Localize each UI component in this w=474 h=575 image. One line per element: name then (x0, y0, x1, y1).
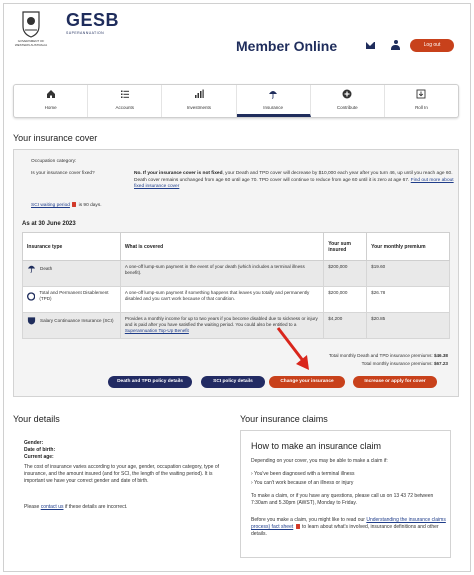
total-death-tpd: Total monthly Death and TPD insurance pr… (329, 353, 448, 358)
nav-item-roll-in[interactable]: Roll In (385, 85, 458, 117)
total-death-tpd-value: $46.38 (433, 353, 448, 358)
nav-item-contribute[interactable]: Contribute (311, 85, 385, 117)
col-insurance-type: Insurance type (22, 232, 121, 261)
top-up-benefit-link[interactable]: Superannuation Top-Up Benefit (125, 328, 189, 333)
claims-panel: How to make an insurance claim Depending… (240, 430, 451, 558)
nav-item-insurance[interactable]: Insurance (236, 85, 311, 117)
row-tpd-type: Total and Permanent Disablement (TPD) (39, 290, 109, 301)
list-item: › You can't work because of an illness o… (251, 480, 354, 486)
row-tpd-sum: $200,000 (323, 286, 368, 313)
nav-label-roll-in: Roll In (415, 105, 428, 110)
claims-box-title: How to make an insurance claim (251, 441, 382, 451)
table-row: Death A one-off lump-sum payment in the … (22, 260, 450, 287)
gesb-logo-subtitle: SUPERANNUATION (66, 31, 105, 35)
pdf-icon[interactable] (295, 524, 300, 529)
contact-suffix: if these details are incorrect. (64, 504, 128, 510)
bar-chart-icon (162, 89, 235, 105)
site-header: GOVERNMENT OF WESTERN AUSTRALIA GESB SUP… (4, 4, 470, 74)
logout-button[interactable]: Log out (410, 39, 454, 52)
sci-waiting-suffix: is 90 days. (78, 203, 102, 208)
fixed-cover-answer: No. If your insurance cover is not fixed… (134, 171, 454, 191)
total-premiums-value: $67.23 (433, 361, 448, 366)
table-row: Salary Continuance Insurance (SCI) Provi… (22, 312, 450, 339)
gov-text-line2: WESTERN AUSTRALIA (14, 42, 48, 47)
list-icon (88, 89, 161, 105)
gesb-logo[interactable]: GESB (66, 10, 119, 31)
as-at-date: As at 30 June 2023 (22, 221, 76, 227)
col-monthly-premium: Your monthly premium (366, 232, 450, 261)
total-premiums: Total monthly insurance premiums: $67.23 (362, 361, 448, 366)
umbrella-icon (27, 265, 36, 273)
change-insurance-button[interactable]: Change your insurance (269, 376, 345, 388)
nav-label-accounts: Accounts (115, 105, 135, 110)
main-nav: Home Accounts Investments Insurance Cont… (13, 84, 459, 118)
pdf-icon[interactable] (72, 202, 77, 207)
plus-circle-icon (311, 89, 384, 105)
home-icon (14, 89, 87, 105)
sci-waiting-line: SCI waiting period is 90 days. (31, 202, 102, 210)
row-sci-premium: $20.85 (366, 312, 450, 339)
death-tpd-policy-button[interactable]: Death and TPD policy details (108, 376, 192, 388)
insurance-cover-title: Your insurance cover (13, 133, 98, 143)
contact-prefix: Please (24, 504, 40, 510)
page-frame: GOVERNMENT OF WESTERN AUSTRALIA GESB SUP… (3, 3, 471, 572)
row-death-type: Death (40, 265, 53, 271)
table-header-row: Insurance type What is covered Your sum … (22, 232, 450, 261)
fixed-cover-bold: No. If your insurance cover is not fixed (134, 171, 223, 176)
download-icon (385, 89, 458, 105)
shield-icon (27, 317, 36, 325)
government-crest: GOVERNMENT OF WESTERN AUSTRALIA (12, 10, 50, 58)
claims-intro: Depending on your cover, you may be able… (251, 458, 388, 464)
increase-cover-button[interactable]: Increase or apply for cover (353, 376, 437, 388)
list-item: › You've been diagnosed with a terminal … (251, 471, 355, 477)
occupation-label: Occupation category: (31, 159, 77, 164)
insurance-claims-title: Your insurance claims (240, 414, 328, 424)
col-what-is-covered: What is covered (119, 232, 325, 261)
nav-item-investments[interactable]: Investments (162, 85, 237, 117)
crest-icon (22, 11, 40, 38)
col-sum-insured: Your sum insured (323, 232, 368, 261)
user-icon[interactable] (391, 40, 400, 51)
details-contact-line: Please contact us if these details are i… (24, 504, 224, 511)
page-brand-title: Member Online (236, 38, 338, 54)
insurance-table: Insurance type What is covered Your sum … (22, 232, 450, 339)
row-tpd-premium: $26.78 (366, 286, 450, 313)
table-row: Total and Permanent Disablement (TPD) A … (22, 286, 450, 313)
nav-label-investments: Investments (186, 105, 212, 110)
your-details-title: Your details (13, 414, 60, 424)
row-death-covered: A one-off lump-sum payment in the event … (119, 260, 325, 287)
sci-waiting-link[interactable]: SCI waiting period (31, 203, 70, 208)
claims-contact-text: To make a claim, or if you have any ques… (251, 493, 434, 506)
row-tpd-covered: A one-off lump-sum payment if something … (119, 286, 325, 313)
details-paragraph: The cost of insurance varies according t… (24, 464, 220, 484)
pointer-arrow-icon (276, 327, 309, 370)
row-death-sum: $200,000 (323, 260, 368, 287)
row-death-premium: $19.60 (366, 260, 450, 287)
claims-read-text: Before you make a claim, you might like … (251, 517, 447, 538)
details-list: Gender: Date of birth: Current age: (24, 440, 55, 461)
nav-label-insurance: Insurance (263, 105, 283, 110)
nav-item-home[interactable]: Home (14, 85, 89, 117)
total-death-tpd-label: Total monthly Death and TPD insurance pr… (328, 353, 433, 358)
gender-label: Gender: (24, 440, 44, 446)
row-sci-type: Salary Continuance Insurance (SCI) (40, 317, 114, 323)
umbrella-icon (237, 89, 310, 105)
dob-label: Date of birth: (24, 447, 56, 453)
sci-policy-button[interactable]: SCI policy details (201, 376, 265, 388)
claims-read-prefix: Before you make a claim, you might like … (251, 517, 365, 523)
contact-us-link[interactable]: contact us (41, 504, 64, 510)
fixed-cover-label: Is your insurance cover fixed? (31, 171, 95, 176)
age-label: Current age: (24, 454, 54, 460)
row-sci-sum: $4,200 (323, 312, 368, 339)
total-premiums-label: Total monthly insurance premiums: (361, 361, 433, 366)
nav-label-contribute: Contribute (336, 105, 358, 110)
mail-icon[interactable] (366, 42, 375, 49)
nav-item-accounts[interactable]: Accounts (88, 85, 163, 117)
lifebuoy-icon (27, 291, 36, 301)
nav-label-home: Home (44, 105, 57, 110)
